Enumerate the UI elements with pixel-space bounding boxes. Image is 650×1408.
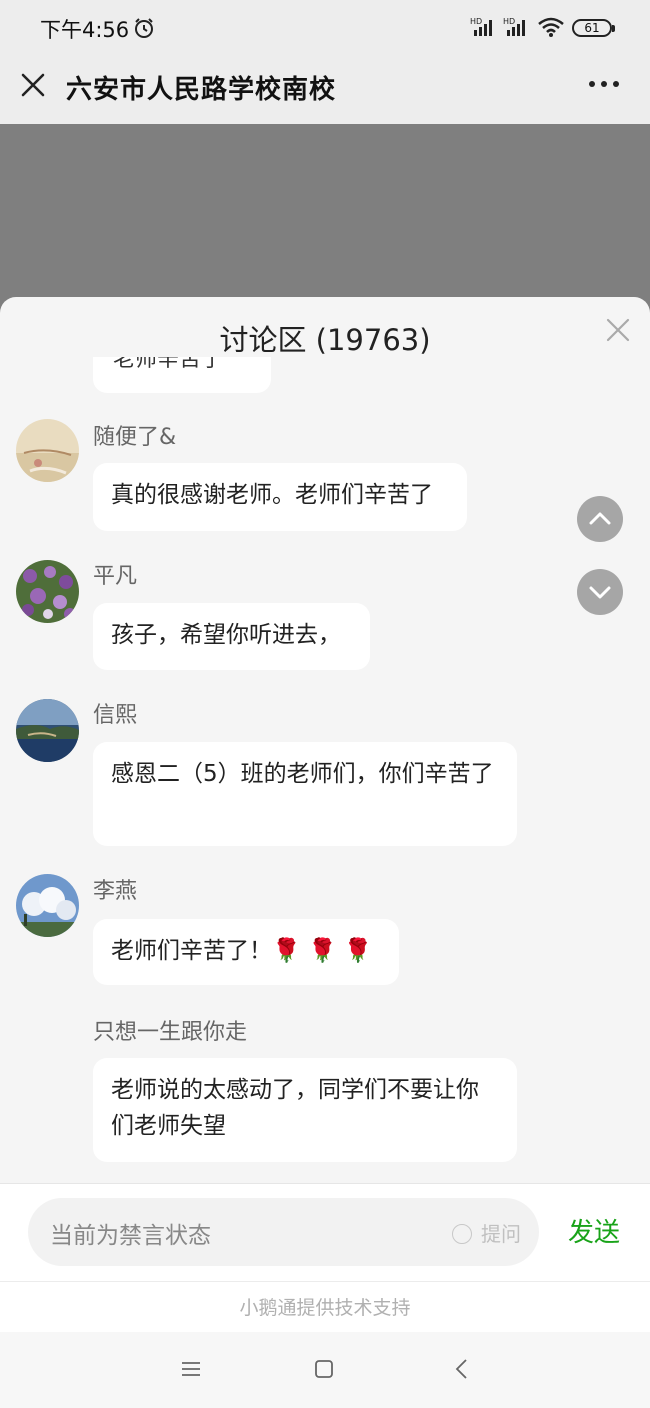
- avatar[interactable]: [16, 560, 79, 623]
- input-bar: 当前为禁言状态 提问 发送: [0, 1183, 650, 1282]
- hd-signal-icon: HD: [503, 17, 525, 36]
- username: 李燕: [93, 879, 138, 904]
- chevron-up-icon: [589, 512, 611, 525]
- support-text: 小鹅通提供技术支持: [239, 1297, 411, 1319]
- username: 随便了&: [93, 425, 177, 450]
- username: 平凡: [93, 564, 138, 589]
- title-bar: 六安市人民路学校南校: [0, 56, 650, 124]
- battery-level: 61: [584, 21, 600, 35]
- more-icon[interactable]: [584, 74, 624, 94]
- svg-text:HD: HD: [503, 17, 515, 26]
- ask-question-label[interactable]: 提问: [481, 1218, 521, 1247]
- alarm-icon: [135, 18, 153, 38]
- message-bubble: 真的很感谢老师。老师们辛苦了: [93, 463, 467, 531]
- hd-signal-icon: HD: [470, 17, 492, 36]
- message-text: 孩子，希望你听进去，: [111, 622, 341, 648]
- username: 只想一生跟你走: [93, 1020, 248, 1045]
- chevron-down-icon: [589, 586, 611, 599]
- message-bubble: 孩子，希望你听进去，: [93, 603, 370, 670]
- username: 信熙: [93, 703, 138, 728]
- message-bubble: 老师辛苦了: [93, 357, 271, 393]
- home-icon[interactable]: [314, 1359, 334, 1379]
- system-nav-bar: [0, 1332, 650, 1408]
- message-text: 老师说的太感动了，同学们不要让你们老师失望: [111, 1077, 479, 1139]
- send-button[interactable]: 发送: [568, 1212, 620, 1249]
- battery-tip: [612, 25, 615, 32]
- comment-input[interactable]: 当前为禁言状态 提问: [28, 1198, 539, 1266]
- chat-list[interactable]: 老师辛苦了 随便了& 真的很感谢老师。老师们辛苦了 平凡 孩子，希望你听进去， …: [0, 357, 650, 1183]
- message-bubble: 老师们辛苦了！🌹 🌹 🌹: [93, 919, 399, 985]
- status-time: 下午4:56: [40, 18, 130, 42]
- message-text: 老师辛苦了: [113, 357, 224, 372]
- message-bubble: 老师说的太感动了，同学们不要让你们老师失望: [93, 1058, 517, 1162]
- close-icon[interactable]: [604, 316, 632, 344]
- scroll-up-button[interactable]: [577, 496, 623, 542]
- battery-icon: 61: [572, 19, 612, 37]
- message-bubble: 感恩二（5）班的老师们，你们辛苦了: [93, 742, 517, 846]
- input-placeholder: 当前为禁言状态: [50, 1223, 211, 1249]
- message-text: 感恩二（5）班的老师们，你们辛苦了: [111, 761, 494, 787]
- message-text: 老师们辛苦了！🌹 🌹 🌹: [111, 938, 373, 964]
- discussion-sheet: 讨论区 (19763) 老师辛苦了 随便了& 真的很感谢老师。老师们辛苦了 平凡…: [0, 297, 650, 1332]
- wifi-icon: [538, 17, 564, 37]
- avatar[interactable]: [16, 699, 79, 762]
- avatar[interactable]: [16, 419, 79, 482]
- page-title: 六安市人民路学校南校: [66, 75, 337, 105]
- menu-icon[interactable]: [180, 1360, 202, 1378]
- scroll-down-button[interactable]: [577, 569, 623, 615]
- back-icon[interactable]: [452, 1357, 472, 1381]
- support-footer: 小鹅通提供技术支持: [0, 1281, 650, 1332]
- ask-question-radio[interactable]: [452, 1224, 472, 1244]
- status-bar: 下午4:56 HD HD 61: [0, 0, 650, 56]
- avatar[interactable]: [16, 874, 79, 937]
- message-text: 真的很感谢老师。老师们辛苦了: [111, 482, 433, 508]
- close-icon[interactable]: [16, 68, 50, 102]
- svg-text:HD: HD: [470, 17, 482, 26]
- discussion-title: 讨论区 (19763): [219, 323, 431, 357]
- video-area[interactable]: [0, 124, 650, 324]
